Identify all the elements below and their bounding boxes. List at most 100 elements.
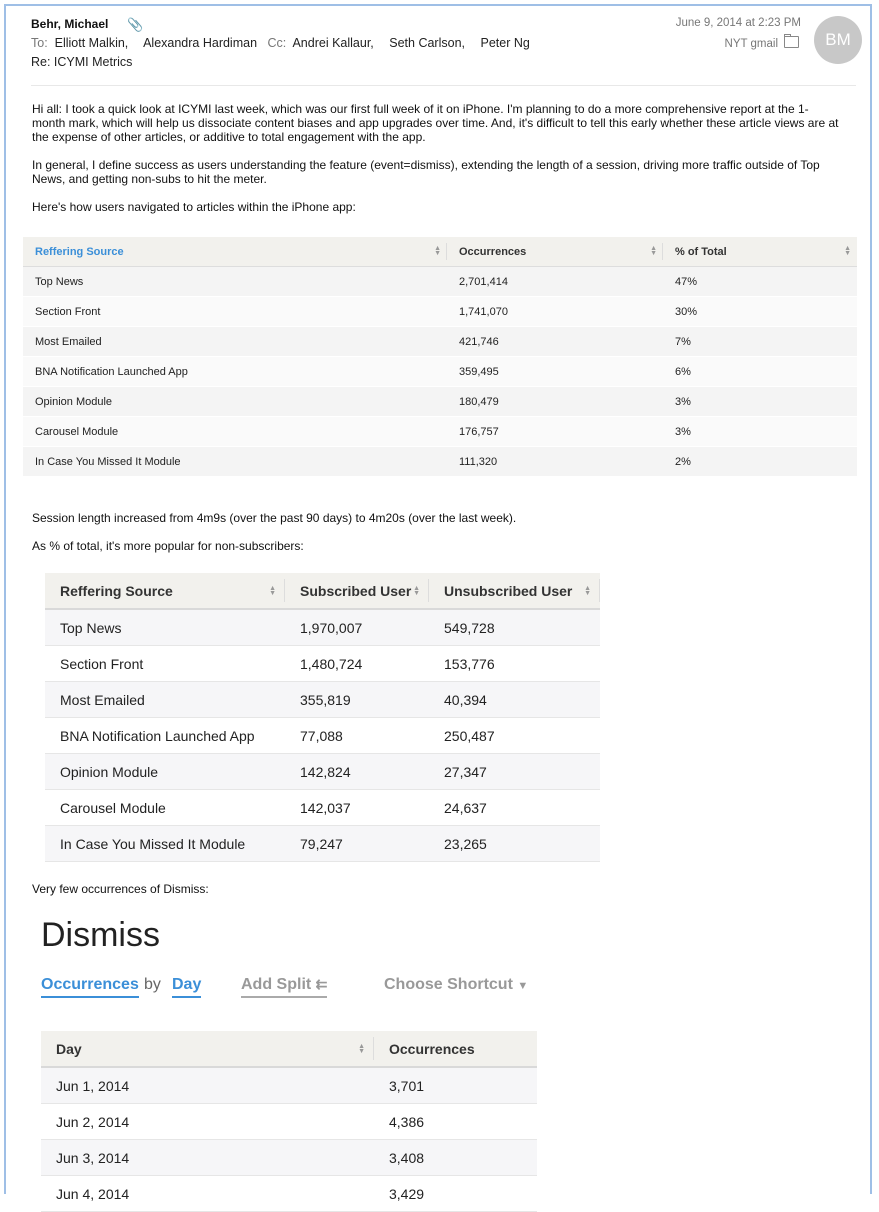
sort-icon[interactable]: ▲ ▼ <box>584 585 591 597</box>
cell-source: Opinion Module <box>45 753 285 790</box>
cc-recipient[interactable]: Peter Ng <box>480 36 529 50</box>
sort-icon[interactable]: ▲ ▼ <box>844 245 851 257</box>
email-window: Behr, Michael 📎 To: Elliott Malkin, Alex… <box>4 4 872 1212</box>
cell-source: Section Front <box>45 645 285 682</box>
referring-source-table: Reffering Source ▲ ▼ Occurrences ▲ ▼ % of To… <box>23 237 857 477</box>
table-row: Section Front 1,741,070 30% <box>23 296 857 327</box>
cell-source: In Case You Missed It Module <box>45 825 285 862</box>
dimension-label[interactable]: Day <box>172 976 202 998</box>
cell-subscribed: 79,247 <box>285 825 429 862</box>
cell-day: Jun 3, 2014 <box>41 1139 374 1176</box>
body-paragraph: Very few occurrences of Dismiss: <box>32 882 209 896</box>
column-header-day[interactable]: Day ▲ ▼ <box>41 1031 374 1068</box>
table-row: In Case You Missed It Module 79,247 23,265 <box>45 825 600 862</box>
metric-label[interactable]: Occurrences <box>41 976 139 998</box>
avatar: BM <box>814 16 862 64</box>
attachment-icon: 📎 <box>127 17 144 32</box>
column-header-label: Occurrences <box>389 1040 475 1057</box>
cell-percent: 3% <box>663 386 857 417</box>
column-header-unsubscribed[interactable]: Unsubscribed User ▲ ▼ <box>429 573 600 610</box>
column-header-label: Reffering Source <box>35 245 124 258</box>
cell-unsubscribed: 23,265 <box>429 825 600 862</box>
add-split-button[interactable]: Add Split ⇇ <box>241 976 328 998</box>
cell-occurrences: 359,495 <box>447 356 663 387</box>
cell-unsubscribed: 27,347 <box>429 753 600 790</box>
header-divider <box>31 85 856 86</box>
cell-day: Jun 1, 2014 <box>41 1067 374 1104</box>
cell-subscribed: 1,970,007 <box>285 609 429 646</box>
body-paragraph: In general, I define success as users un… <box>32 158 820 186</box>
split-icon: ⇇ <box>315 976 328 992</box>
table-header-row: Reffering Source ▲ ▼ Subscribed User ▲ ▼ Uns… <box>45 573 600 610</box>
body-paragraph: Session length increased from 4m9s (over… <box>32 511 517 525</box>
table-row: In Case You Missed It Module 111,320 2% <box>23 446 857 477</box>
cc-recipient[interactable]: Andrei Kallaur, <box>292 36 373 50</box>
sort-icon[interactable]: ▲ ▼ <box>358 1043 365 1055</box>
cell-day: Jun 4, 2014 <box>41 1175 374 1212</box>
sort-icon[interactable]: ▲ ▼ <box>269 585 276 597</box>
account-label: NYT gmail <box>724 34 799 50</box>
column-header-source[interactable]: Reffering Source ▲ ▼ <box>45 573 285 610</box>
cell-occurrences: 2,701,414 <box>447 266 663 297</box>
caret-down-icon: ▼ <box>517 980 529 992</box>
folder-icon[interactable] <box>784 34 799 48</box>
cell-subscribed: 142,824 <box>285 753 429 790</box>
column-header-percent[interactable]: % of Total ▲ ▼ <box>663 237 857 267</box>
recipient[interactable]: Alexandra Hardiman <box>143 36 257 50</box>
cell-source: Top News <box>23 266 447 297</box>
cell-unsubscribed: 40,394 <box>429 681 600 718</box>
cell-percent: 2% <box>663 446 857 477</box>
cell-unsubscribed: 24,637 <box>429 789 600 826</box>
cell-source: Opinion Module <box>23 386 447 417</box>
cell-unsubscribed: 549,728 <box>429 609 600 646</box>
cc-label: Cc: <box>267 36 287 50</box>
table-row: BNA Notification Launched App 77,088 250,4… <box>45 717 600 754</box>
sort-icon[interactable]: ▲ ▼ <box>650 245 657 257</box>
column-header-label: Unsubscribed User <box>444 582 573 599</box>
choose-shortcut-dropdown[interactable]: Choose Shortcut ▼ <box>384 976 528 994</box>
column-header-source[interactable]: Reffering Source ▲ ▼ <box>23 237 447 267</box>
cell-percent: 6% <box>663 356 857 387</box>
cell-occurrences: 3,701 <box>374 1067 537 1104</box>
dismiss-title: Dismiss <box>41 916 160 954</box>
sent-date: June 9, 2014 at 2:23 PM <box>675 17 801 29</box>
column-header-occurrences[interactable]: Occurrences <box>374 1031 537 1068</box>
cell-source: BNA Notification Launched App <box>23 356 447 387</box>
cell-subscribed: 355,819 <box>285 681 429 718</box>
cc-recipient[interactable]: Seth Carlson, <box>389 36 465 50</box>
cell-subscribed: 77,088 <box>285 717 429 754</box>
subscriber-table: Reffering Source ▲ ▼ Subscribed User ▲ ▼ Uns… <box>45 573 600 862</box>
body-paragraph: As % of total, it's more popular for non… <box>32 539 304 553</box>
cell-source: Most Emailed <box>45 681 285 718</box>
cell-unsubscribed: 153,776 <box>429 645 600 682</box>
sort-icon[interactable]: ▲ ▼ <box>413 585 420 597</box>
cell-source: Carousel Module <box>23 416 447 447</box>
sender-name[interactable]: Behr, Michael <box>31 17 108 31</box>
cell-percent: 7% <box>663 326 857 357</box>
to-label: To: <box>31 36 48 50</box>
cell-occurrences: 3,408 <box>374 1139 537 1176</box>
metric-selector[interactable]: Occurrences <box>41 976 139 998</box>
cell-source: Most Emailed <box>23 326 447 357</box>
add-split-label: Add Split <box>241 976 312 993</box>
cell-source: Carousel Module <box>45 789 285 826</box>
column-header-subscribed[interactable]: Subscribed User ▲ ▼ <box>285 573 429 610</box>
dimension-selector[interactable]: Day <box>172 976 202 998</box>
column-header-occurrences[interactable]: Occurrences ▲ ▼ <box>447 237 663 267</box>
recipient[interactable]: Elliott Malkin, <box>55 36 129 50</box>
table-row: Most Emailed 421,746 7% <box>23 326 857 357</box>
column-header-label: Subscribed User <box>300 582 412 599</box>
table-row: Top News 1,970,007 549,728 <box>45 609 600 646</box>
table-row: Jun 4, 2014 3,429 <box>41 1175 537 1212</box>
body-paragraph: Hi all: I took a quick look at ICYMI las… <box>32 102 839 144</box>
choose-shortcut-label: Choose Shortcut <box>384 976 513 993</box>
table-row: Carousel Module 142,037 24,637 <box>45 789 600 826</box>
account-name: NYT gmail <box>724 38 778 50</box>
table-row: Opinion Module 180,479 3% <box>23 386 857 417</box>
sort-icon[interactable]: ▲ ▼ <box>434 245 441 257</box>
cell-subscribed: 1,480,724 <box>285 645 429 682</box>
column-header-label: Occurrences <box>459 245 527 258</box>
table-row: Top News 2,701,414 47% <box>23 266 857 297</box>
cell-occurrences: 4,386 <box>374 1103 537 1140</box>
table-row: BNA Notification Launched App 359,495 6% <box>23 356 857 387</box>
